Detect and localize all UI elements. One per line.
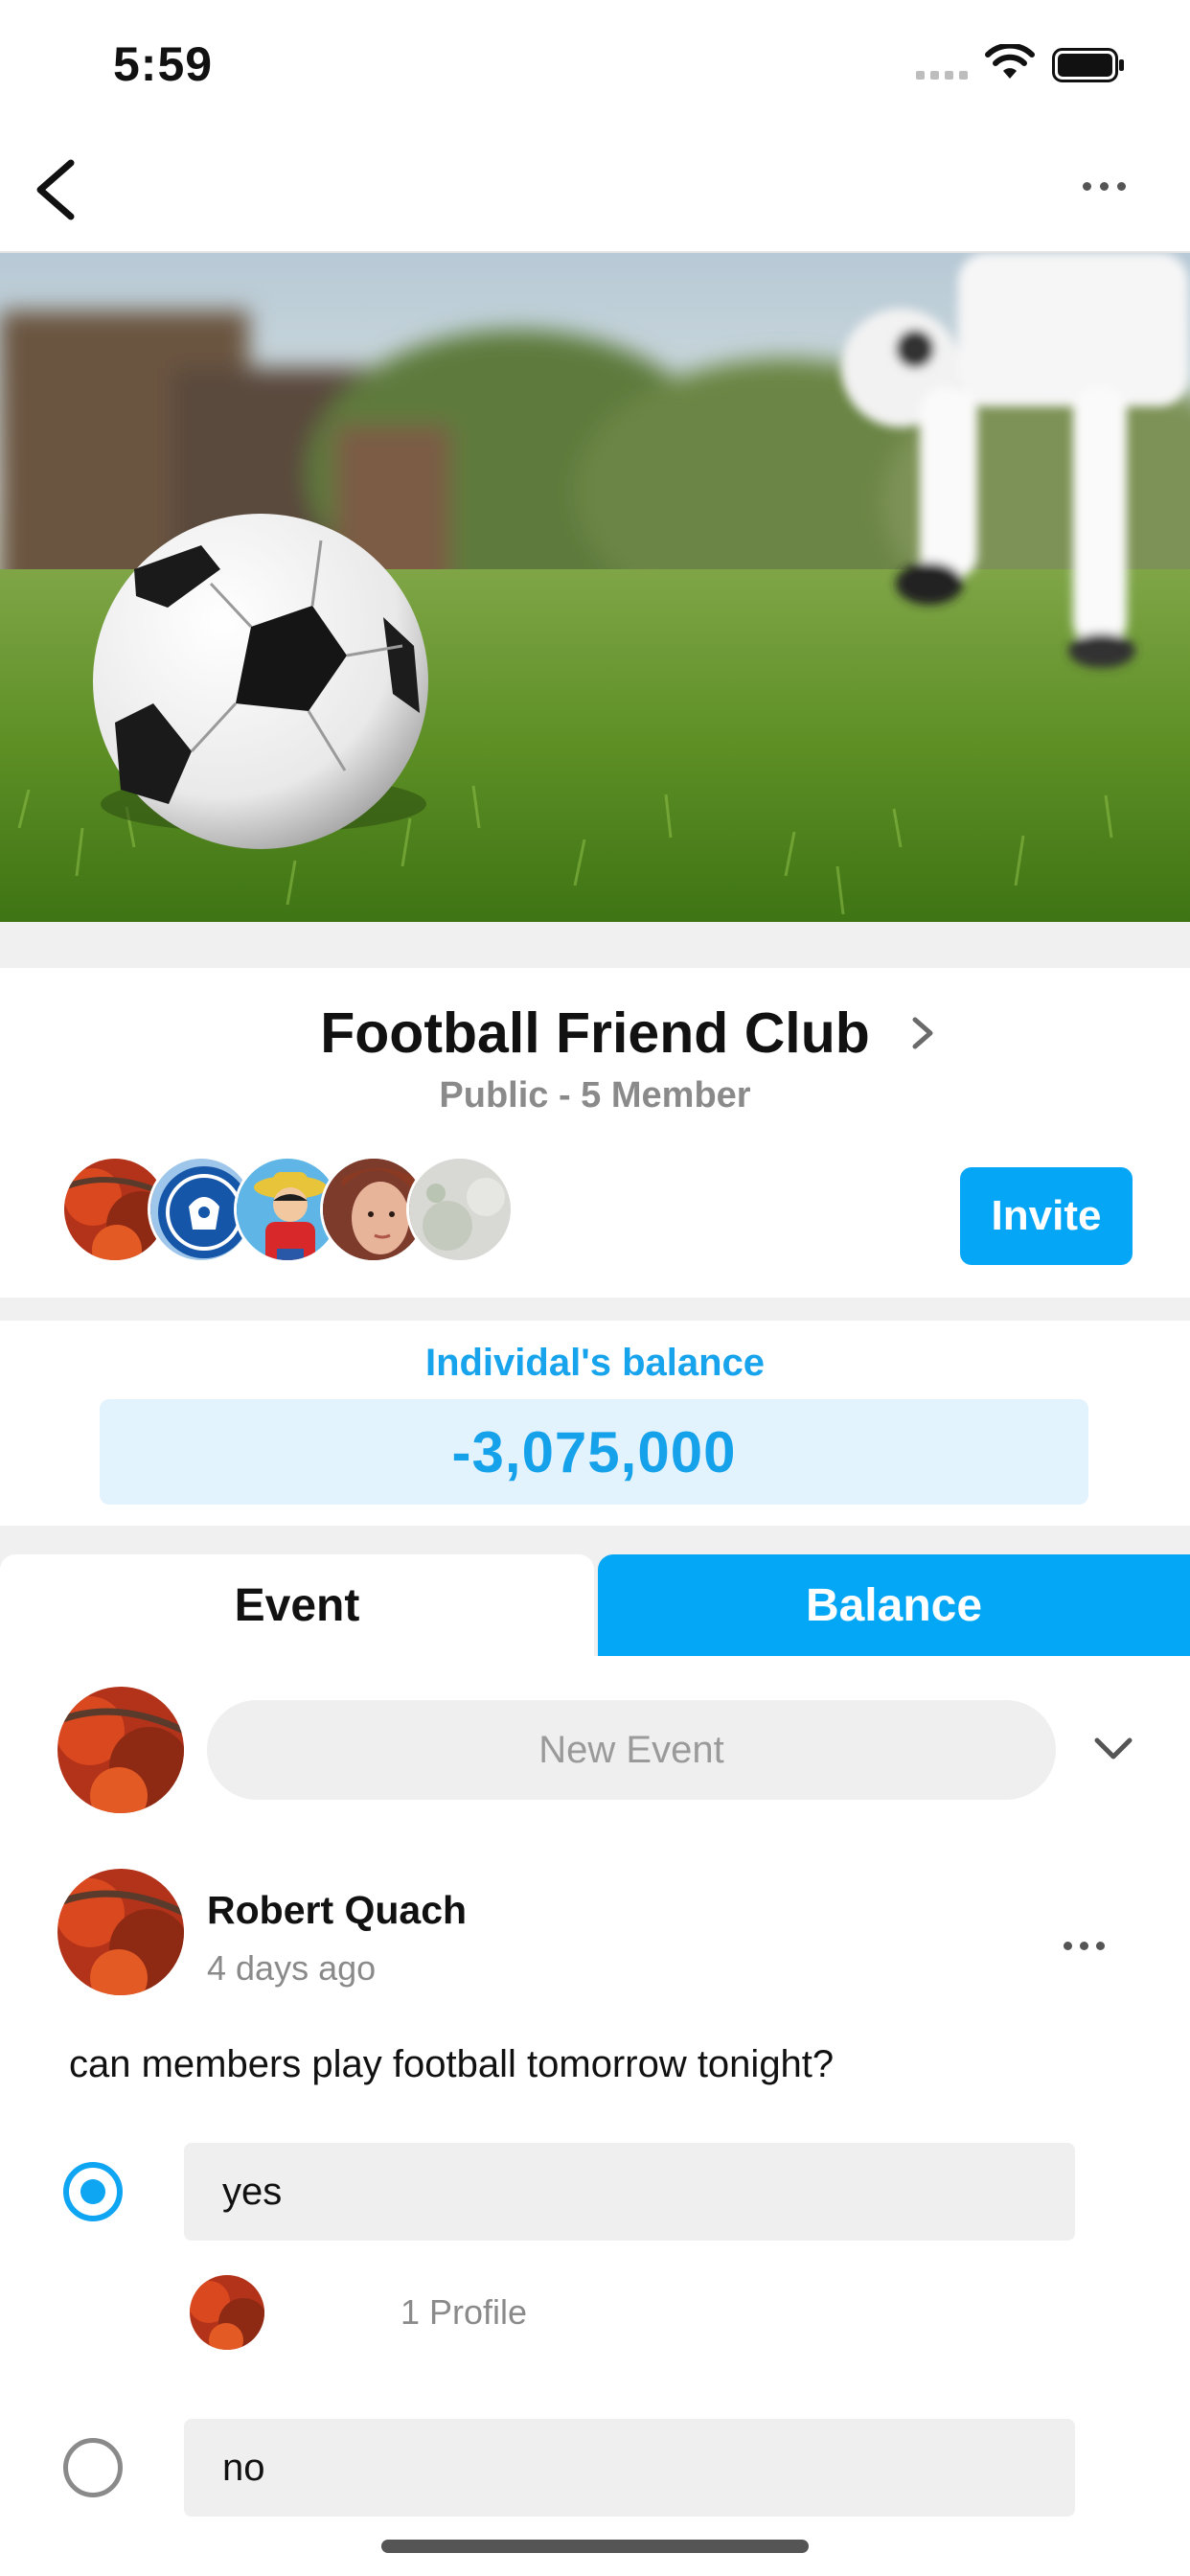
tab-bar: Event Balance [0, 1554, 1190, 1656]
wifi-icon [985, 44, 1035, 79]
more-horizontal-icon[interactable] [1083, 182, 1136, 201]
home-indicator [381, 2540, 809, 2553]
section-divider [0, 1526, 1190, 1554]
new-event-input[interactable]: New Event [207, 1700, 1056, 1800]
section-divider [0, 1298, 1190, 1321]
poll-option-yes[interactable]: yes [184, 2143, 1075, 2241]
more-horizontal-icon[interactable] [1064, 1942, 1111, 1957]
poll-option-no[interactable]: no [184, 2419, 1075, 2517]
tab-balance[interactable]: Balance [598, 1554, 1190, 1656]
member-avatar[interactable] [406, 1156, 514, 1263]
cellular-signal-icon [916, 71, 968, 80]
group-title[interactable]: Football Friend Club [320, 1001, 870, 1065]
radio-option-no[interactable] [63, 2438, 123, 2497]
chevron-right-icon[interactable] [906, 1012, 939, 1054]
group-info-card: Football Friend Club Public - 5 Member I… [0, 968, 1190, 1298]
current-user-avatar[interactable] [57, 1687, 184, 1813]
group-title-row[interactable]: Football Friend Club [0, 1000, 1190, 1066]
event-feed: New Event Robert Quach 4 days ago can me… [0, 1656, 1190, 2576]
battery-icon [1052, 48, 1124, 82]
tab-event[interactable]: Event [0, 1554, 594, 1656]
group-cover-image [0, 253, 1190, 922]
voter-avatar[interactable] [190, 2275, 264, 2350]
member-avatars[interactable] [61, 1156, 521, 1263]
invite-button[interactable]: Invite [960, 1167, 1133, 1265]
navigation-bar [0, 126, 1190, 253]
balance-label: Individal's balance [424, 1342, 766, 1384]
balance-value: -3,075,000 [100, 1399, 1088, 1505]
chevron-down-icon[interactable] [1092, 1735, 1134, 1763]
status-time: 5:59 [113, 37, 214, 91]
author-avatar[interactable] [57, 1869, 184, 1995]
radio-option-yes[interactable] [63, 2162, 123, 2221]
section-divider [0, 922, 1190, 968]
post-time: 4 days ago [207, 1948, 377, 1988]
balance-card: Individal's balance -3,075,000 [0, 1321, 1190, 1526]
post-question: can members play football tomorrow tonig… [69, 2043, 835, 2085]
group-subtitle: Public - 5 Member [439, 1075, 751, 1116]
status-bar: 5:59 [0, 0, 1190, 126]
voter-count[interactable]: 1 Profile [400, 2292, 527, 2333]
post-author[interactable]: Robert Quach [207, 1888, 467, 1933]
chevron-left-icon[interactable] [29, 155, 86, 224]
